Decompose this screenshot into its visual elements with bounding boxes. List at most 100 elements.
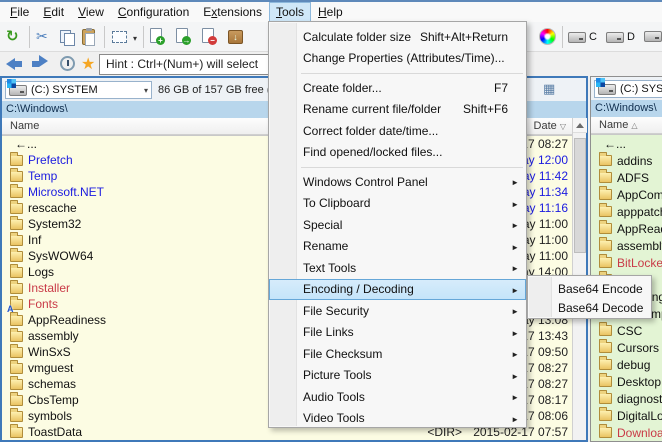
history-icon[interactable] [60, 56, 75, 71]
scroll-up-icon[interactable] [573, 118, 587, 133]
file-date: 17 08:27 [521, 137, 568, 151]
file-name: SysWOW64 [28, 249, 94, 263]
pack-archive-icon[interactable]: ↓ [228, 30, 243, 44]
folder-icon [599, 373, 612, 387]
copy-file-icon[interactable] [176, 28, 191, 45]
file-row[interactable]: AppReadiness [591, 220, 662, 237]
left-drive-selector[interactable]: (C:) SYSTEM ▾ [5, 78, 152, 99]
tools-menu-item[interactable]: Picture Tools ► [269, 365, 526, 387]
delete-file-icon[interactable] [202, 28, 217, 45]
tools-menu-item[interactable]: File Links ► [269, 322, 526, 344]
favorites-star-icon[interactable]: ★ [81, 54, 95, 74]
file-row[interactable]: DigitalLocker [591, 407, 662, 424]
scrollbar-thumb[interactable] [574, 138, 586, 253]
file-name: Downloaded Program Files [617, 425, 662, 440]
file-name: Cursors [617, 340, 660, 355]
name-column-header[interactable]: Name △ [599, 119, 638, 131]
folder-icon [10, 423, 23, 438]
tools-menu-item[interactable]: Audio Tools ► [269, 386, 526, 408]
file-row[interactable]: AppCompat [591, 186, 662, 203]
folder-icon [599, 152, 612, 166]
file-date: 17 08:27 [521, 377, 568, 391]
file-name: diagnostics [617, 391, 662, 406]
file-row[interactable]: ADFS [591, 169, 662, 186]
view-mode-icon[interactable]: ▦ [543, 82, 555, 95]
file-row[interactable]: assembly [591, 237, 662, 254]
menubar-item[interactable]: View [71, 2, 111, 22]
drive-letter: D [627, 31, 635, 43]
refresh-icon[interactable]: ↻ [6, 29, 19, 44]
file-name: AppReadiness [617, 221, 662, 236]
file-row[interactable]: apppatch [591, 203, 662, 220]
submenu-arrow-icon: ► [511, 350, 519, 359]
tools-menu-item[interactable]: Rename current file/folder Shift+F6 [269, 99, 526, 121]
menubar-item[interactable]: Configuration [111, 2, 196, 22]
menubar-item[interactable]: Tools [268, 2, 311, 22]
tools-menu-item[interactable]: Create folder... F7 [269, 77, 526, 99]
menubar-item[interactable]: Edit [36, 2, 71, 22]
tools-menu-item[interactable]: Rename ► [269, 236, 526, 258]
tools-menu-item[interactable]: Text Tools ► [269, 257, 526, 279]
back-icon[interactable] [6, 58, 22, 70]
submenu-arrow-icon: ► [511, 307, 519, 316]
select-mode-icon[interactable] [112, 31, 127, 43]
menubar-item[interactable]: Help [311, 2, 350, 22]
file-name: symbols [28, 409, 73, 423]
folder-icon [10, 407, 23, 422]
tools-menu-item[interactable]: Special ► [269, 214, 526, 236]
tools-menu-item[interactable]: Video Tools ► [269, 408, 526, 430]
submenu-item[interactable]: Base64 Encode [528, 279, 651, 298]
file-row[interactable]: ←... [591, 135, 662, 152]
file-date: 17 08:27 [521, 361, 568, 375]
tools-menu-item[interactable] [269, 163, 526, 171]
color-settings-icon[interactable] [539, 28, 556, 45]
drive-button[interactable]: D [606, 31, 635, 43]
menubar-item[interactable]: File [3, 2, 36, 22]
tools-menu-item[interactable]: File Security ► [269, 300, 526, 322]
tools-menu-item[interactable]: File Checksum ► [269, 343, 526, 365]
file-name: DigitalLocker [617, 408, 662, 423]
file-row[interactable]: Downloaded Program Files [591, 424, 662, 441]
menubar-item[interactable]: Extensions [196, 2, 269, 22]
forward-icon[interactable] [32, 55, 48, 67]
file-name: Inf [28, 233, 42, 247]
file-row[interactable]: diagnostics [591, 390, 662, 407]
right-drive-label: (C:) SYSTEM [620, 83, 662, 95]
tools-menu-item[interactable]: To Clipboard ► [269, 193, 526, 215]
name-column-header[interactable]: Name [10, 120, 39, 132]
file-row[interactable]: BitLocker [591, 254, 662, 271]
folder-icon [599, 186, 612, 200]
drive-button[interactable]: C [568, 31, 597, 43]
right-file-pane: (C:) SYSTEM C:\Windows\ Name △ ←... addi… [590, 76, 662, 442]
tools-menu-item[interactable]: Calculate folder size Shift+Alt+Return [269, 26, 526, 48]
tools-menu-item[interactable] [269, 69, 526, 77]
copy-icon[interactable] [60, 30, 75, 46]
file-name: Microsoft.NET [28, 185, 105, 199]
file-row[interactable]: Cursors [591, 339, 662, 356]
paste-icon[interactable] [82, 28, 95, 46]
file-row[interactable]: Desktop [591, 373, 662, 390]
new-file-icon[interactable] [150, 28, 165, 45]
folder-icon [10, 167, 23, 182]
right-path-bar[interactable]: C:\Windows\ [591, 100, 662, 117]
cut-icon[interactable]: ✂ [36, 29, 48, 43]
tools-menu-item[interactable]: Correct folder date/time... [269, 120, 526, 142]
file-name: vmguest [28, 361, 74, 375]
submenu-arrow-icon: ► [511, 393, 519, 402]
tools-menu-item[interactable]: Windows Control Panel ► [269, 171, 526, 193]
file-row[interactable]: debug [591, 356, 662, 373]
file-row[interactable]: addins [591, 152, 662, 169]
menu-item-label: File Checksum [303, 346, 383, 361]
file-row[interactable]: CSC [591, 322, 662, 339]
tools-menu-item[interactable]: Encoding / Decoding ► [269, 278, 526, 300]
menu-item-shortcut: Shift+Alt+Return [419, 29, 508, 44]
tools-menu-item[interactable]: Change Properties (Attributes/Time)... [269, 48, 526, 70]
tools-menu-item[interactable]: Find opened/locked files... [269, 142, 526, 164]
date-column-header[interactable]: Date ▽ [534, 120, 566, 132]
file-name: WinSxS [28, 345, 71, 359]
right-drive-selector[interactable]: (C:) SYSTEM [594, 77, 662, 98]
select-mode-dropdown-icon[interactable]: ▾ [133, 35, 137, 43]
folder-icon [599, 322, 612, 336]
drive-button[interactable] [644, 31, 662, 42]
submenu-item[interactable]: Base64 Decode [528, 298, 651, 317]
